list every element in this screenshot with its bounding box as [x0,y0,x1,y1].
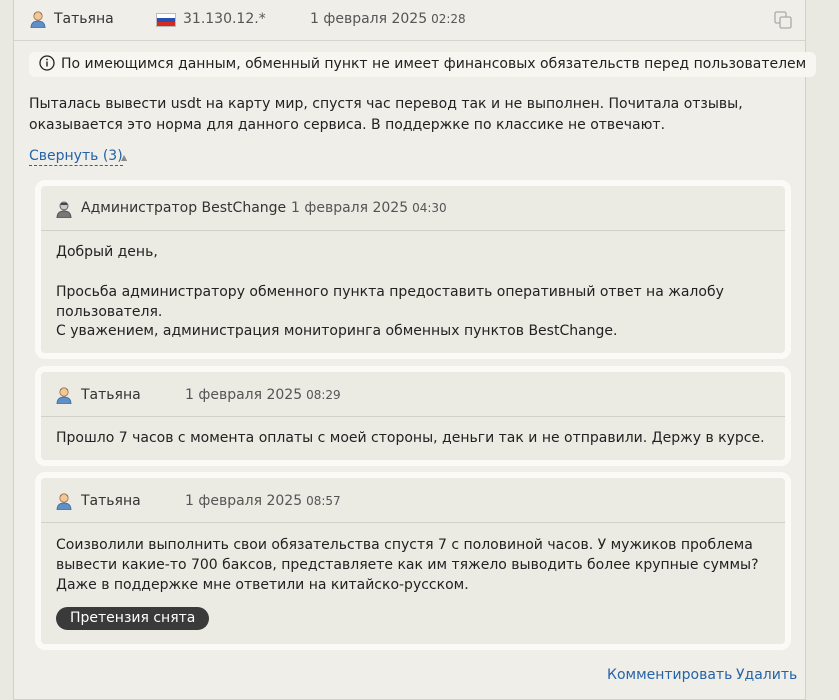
reply-header: Татьяна 1 февраля 2025 08:29 [41,372,785,417]
reply-line: Соизволили выполнить свои обязательства … [56,537,759,593]
reply-line: С уважением, администрация мониторинга о… [56,323,618,339]
reply-date: 1 февраля 2025 08:29 [185,387,341,403]
collapse-arrow-icon[interactable]: ▲ [121,153,127,162]
copy-icon[interactable] [774,11,793,30]
russia-flag-icon [156,13,176,27]
admin-avatar-icon [56,201,72,218]
reply-line: Прошло 7 часов с момента оплаты с моей с… [56,430,765,446]
reply-line: Добрый день, [56,244,158,260]
reply-header: Администратор BestChange 1 февраля 2025 0… [41,186,785,231]
review-ip: 31.130.12.* [183,11,266,27]
review-card: Татьяна 31.130.12.* 1 февраля 2025 02:28 … [13,0,817,700]
reply-author[interactable]: Татьяна [81,493,141,509]
collapse-link[interactable]: Свернуть (3) [29,147,123,166]
reply-user: Татьяна 1 февраля 2025 08:29 Прошло 7 час… [35,366,791,466]
reply-admin: Администратор BestChange 1 февраля 2025 0… [35,180,791,359]
reply-author[interactable]: Татьяна [81,387,141,403]
review-header: Татьяна 31.130.12.* 1 февраля 2025 02:28 [14,0,805,41]
review-date: 1 февраля 2025 02:28 [310,11,466,27]
info-icon [39,55,55,71]
reply-line: Просьба администратору обменного пункта … [56,284,724,320]
reply-user: Татьяна 1 февраля 2025 08:57 Соизволили в… [35,472,791,650]
user-avatar-icon [56,387,72,404]
review-text: Пыталась вывести usdt на карту мир, спус… [29,96,743,133]
comment-link[interactable]: Комментировать [607,667,732,683]
delete-link[interactable]: Удалить [736,667,797,683]
user-avatar-icon [56,493,72,510]
reply-date: 1 февраля 2025 04:30 [291,200,447,216]
reply-author[interactable]: Администратор BestChange [81,200,286,216]
claim-withdrawn-badge: Претензия снята [56,607,210,630]
review-author[interactable]: Татьяна [54,11,114,27]
user-avatar-icon [29,10,47,28]
reply-date: 1 февраля 2025 08:57 [185,493,341,509]
obligation-notice: По имеющимся данным, обменный пункт не и… [29,52,817,77]
reply-header: Татьяна 1 февраля 2025 08:57 [41,478,785,523]
notice-text: По имеющимся данным, обменный пункт не и… [61,56,807,72]
